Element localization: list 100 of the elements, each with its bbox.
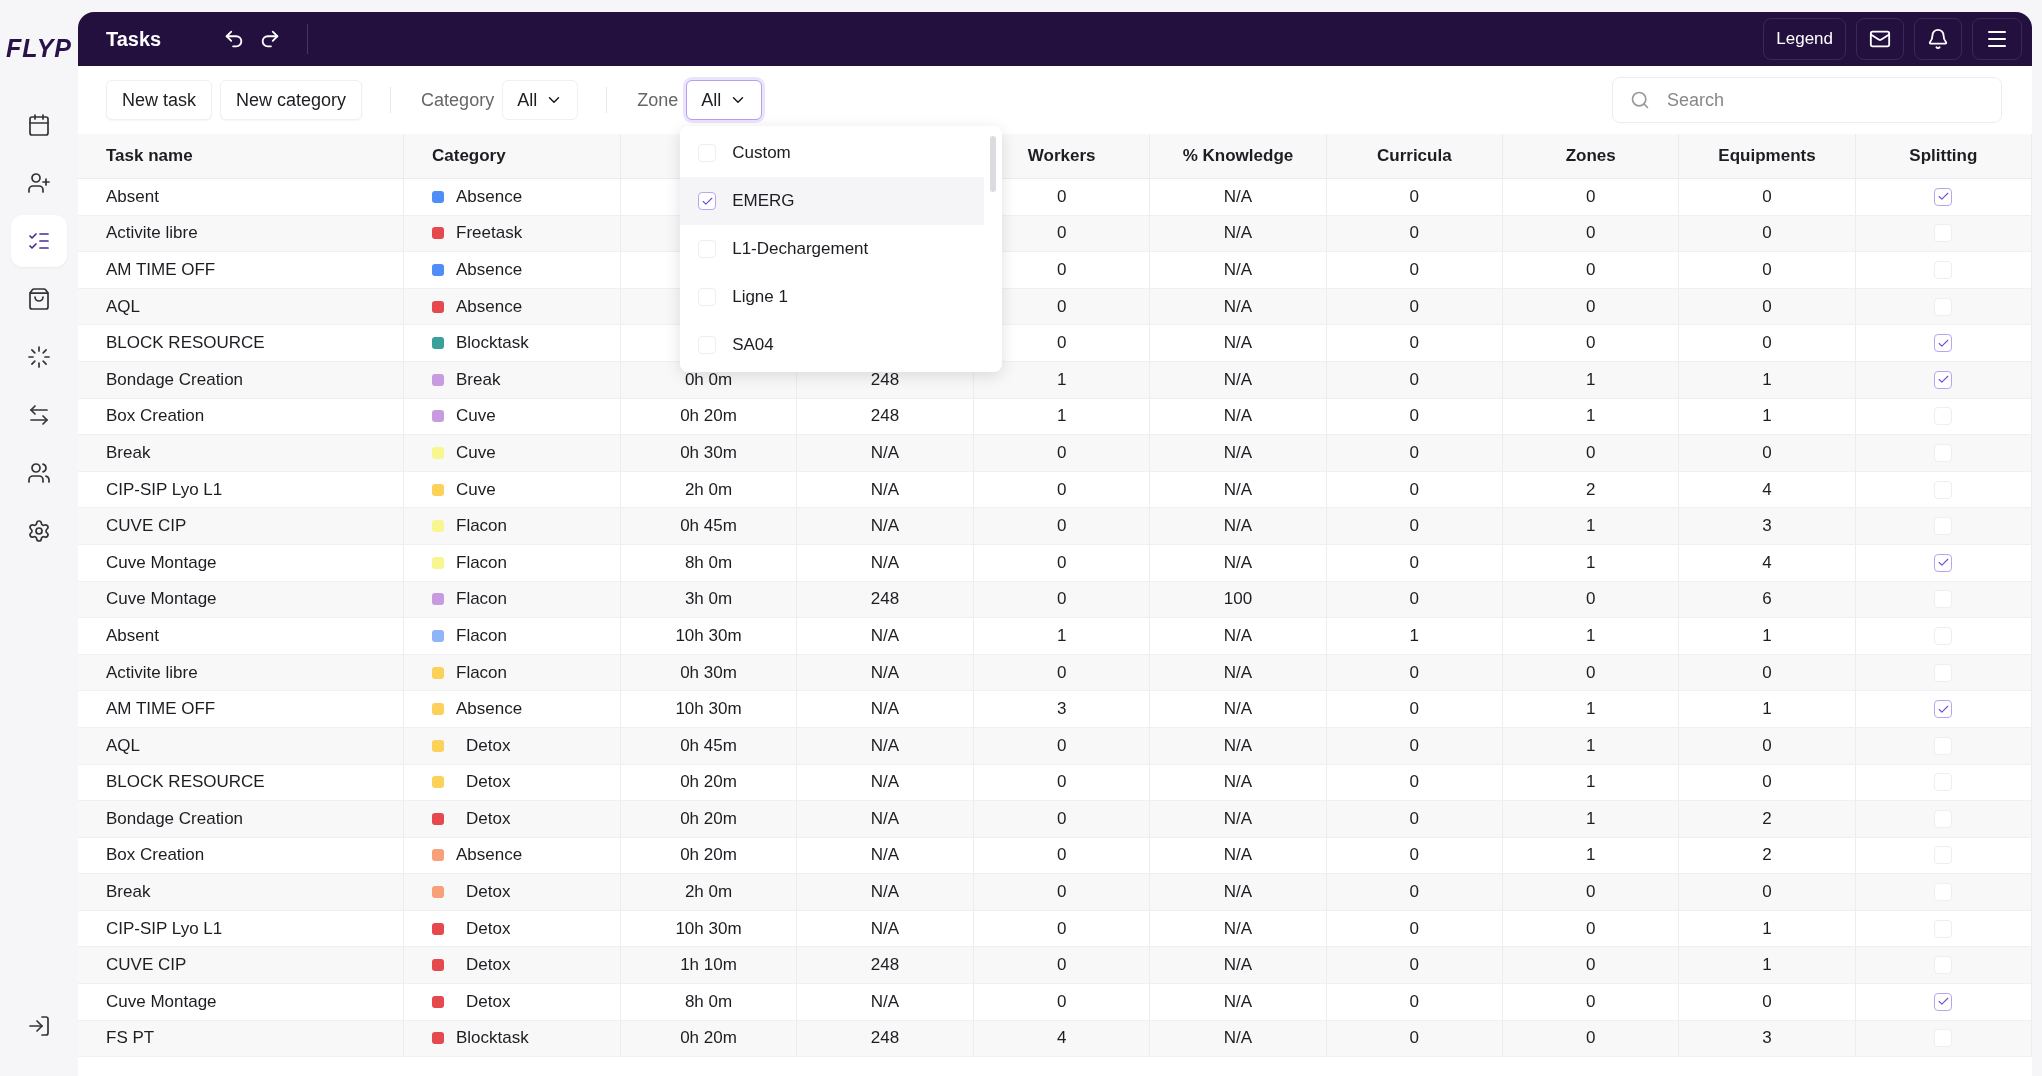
category-label: Blocktask xyxy=(456,1028,529,1049)
table-cell: AM TIME OFF xyxy=(78,691,404,728)
table-cell: Absent xyxy=(78,618,404,655)
table-cell: 0 xyxy=(1326,874,1503,911)
table-cell: 0 xyxy=(1679,764,1856,802)
table-cell: 248 xyxy=(797,1020,974,1058)
table-cell: 1 xyxy=(1679,947,1856,985)
table-cell: AQL xyxy=(78,288,404,326)
table-cell: 0 xyxy=(974,544,1151,582)
table-cell: Bondage Creation xyxy=(78,361,404,399)
table-cell: 0 xyxy=(1326,252,1503,289)
table-cell: 0 xyxy=(1679,435,1856,472)
table-cell: 0 xyxy=(974,508,1151,545)
table-cell: 0 xyxy=(1326,764,1503,802)
table-cell: 0h 45m xyxy=(621,727,797,765)
table-cell: Break xyxy=(78,435,404,472)
scrollbar xyxy=(990,136,997,192)
table-cell: 248 xyxy=(797,947,974,985)
table-cell: 0 xyxy=(1326,801,1503,838)
column-header: % Knowledge xyxy=(1150,134,1327,179)
table-cell: 0 xyxy=(1326,544,1503,582)
category-label: Freetask xyxy=(456,223,523,244)
dropdown-item[interactable]: EMERG xyxy=(680,177,985,225)
table-cell: 0 xyxy=(1679,874,1856,911)
table-cell: 2 xyxy=(1503,471,1680,509)
table-cell: 10h 30m xyxy=(621,691,797,728)
table-cell: 0h 20m xyxy=(621,801,797,838)
table-cell: N/A xyxy=(797,618,974,655)
table-cell: N/A xyxy=(797,471,974,509)
table-cell: N/A xyxy=(797,508,974,545)
table-cell: Activite libre xyxy=(78,215,404,253)
table-cell: 1 xyxy=(1503,837,1680,875)
table-cell: 1 xyxy=(1503,544,1680,582)
table-cell: 0 xyxy=(1679,252,1856,289)
table-cell: 0h 20m xyxy=(621,1020,797,1058)
table-cell: 0h 45m xyxy=(621,508,797,545)
category-select[interactable]: All xyxy=(502,80,579,120)
checkbox[interactable] xyxy=(1934,553,1953,572)
sidebar-item[interactable] xyxy=(11,215,67,267)
table-cell: N/A xyxy=(1150,618,1327,655)
menu-button[interactable] xyxy=(1972,18,2022,60)
table-cell: 0 xyxy=(1679,984,1856,1021)
table-cell: 0 xyxy=(1503,215,1680,253)
table-cell: 1 xyxy=(1503,801,1680,838)
checkbox[interactable] xyxy=(698,192,717,210)
table-cell: 0 xyxy=(1679,179,1856,216)
table-cell: 0 xyxy=(1326,581,1503,619)
zone-select[interactable]: All xyxy=(686,80,763,120)
table-cell: N/A xyxy=(797,764,974,802)
table-cell: 1 xyxy=(1503,727,1680,765)
table-cell: N/A xyxy=(1150,508,1327,545)
category-label: Category xyxy=(421,89,495,111)
table-cell: N/A xyxy=(1150,179,1327,216)
toolbar-button[interactable]: New category xyxy=(220,80,363,120)
table-cell: 0 xyxy=(1326,947,1503,985)
table-cell: 0 xyxy=(1679,288,1856,326)
mail-button[interactable] xyxy=(1856,18,1904,60)
table-cell: 0 xyxy=(1679,727,1856,765)
search-icon xyxy=(1630,90,1650,110)
table-cell: 0 xyxy=(1503,252,1680,289)
category-label: Detox xyxy=(465,991,511,1012)
table-cell: 0 xyxy=(1503,1020,1680,1058)
table-cell: 0 xyxy=(1326,837,1503,875)
table-cell: CIP-SIP Lyo L1 xyxy=(78,910,404,948)
toolbar-button[interactable]: New task xyxy=(106,80,213,120)
table-cell: N/A xyxy=(797,654,974,692)
category-label: Absence xyxy=(456,845,523,866)
checkbox[interactable] xyxy=(1934,334,1953,353)
column-header: Zones xyxy=(1503,134,1680,179)
table-cell: Cuve Montage xyxy=(78,544,404,582)
table-cell: 1 xyxy=(1503,764,1680,802)
user-plus-icon xyxy=(27,171,51,195)
table-cell: N/A xyxy=(797,544,974,582)
table-cell: FS PT xyxy=(78,1020,404,1058)
login-icon xyxy=(27,1014,51,1038)
checkbox[interactable] xyxy=(1934,700,1953,719)
table-cell: 248 xyxy=(797,581,974,619)
category-label: Detox xyxy=(465,808,511,829)
table-cell: 100 xyxy=(1150,581,1327,619)
table-cell: N/A xyxy=(1150,691,1327,728)
table-cell: BLOCK RESOURCE xyxy=(78,764,404,802)
table-cell: 0 xyxy=(1503,435,1680,472)
table-cell: 0 xyxy=(1326,691,1503,728)
table-cell: 1 xyxy=(1503,398,1680,436)
category-label: Cuve xyxy=(456,406,496,427)
table-cell: 1 xyxy=(974,398,1151,436)
category-label: Detox xyxy=(465,735,511,756)
notifications-button[interactable] xyxy=(1914,18,1962,60)
checkbox[interactable] xyxy=(1934,187,1953,206)
category-label: Detox xyxy=(465,918,511,939)
table-cell: N/A xyxy=(797,837,974,875)
checkbox[interactable] xyxy=(1934,370,1953,389)
search-field[interactable]: Search xyxy=(1612,77,2002,123)
table-cell: 0 xyxy=(1679,654,1856,692)
table-cell: 0 xyxy=(1326,179,1503,216)
table-cell: 0 xyxy=(974,874,1151,911)
category-label: Absence xyxy=(456,260,523,280)
table-cell: N/A xyxy=(1150,1020,1327,1058)
checkbox[interactable] xyxy=(1934,992,1953,1011)
legend-button[interactable]: Legend xyxy=(1763,18,1846,60)
